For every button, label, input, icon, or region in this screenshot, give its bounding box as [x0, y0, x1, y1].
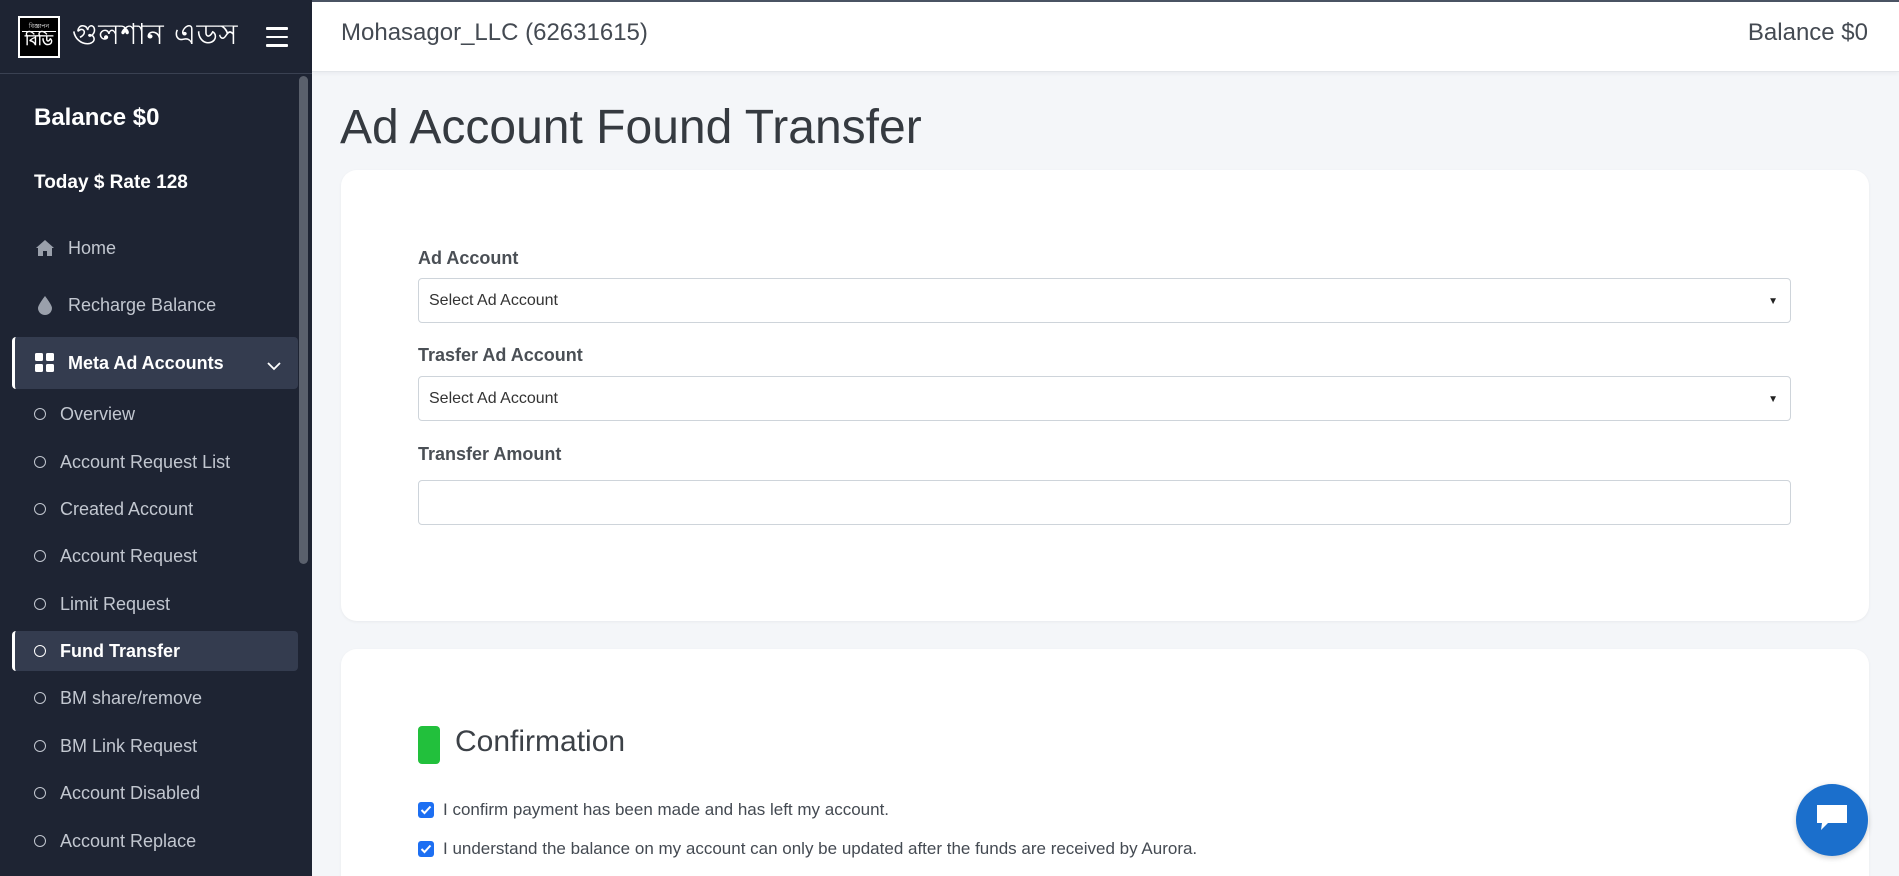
sidebar-subitem-account-request[interactable]: Account Request [12, 536, 298, 576]
sidebar-subitem-fund-transfer[interactable]: Fund Transfer [12, 631, 298, 671]
sidebar-subitem-account-request-list[interactable]: Account Request List [12, 442, 298, 482]
sidebar: বিজ্ঞাপন বিডি গুলশান এডস Balance $0 Toda… [0, 0, 312, 876]
sidebar-subitem-label: Account Request List [60, 451, 231, 472]
brand-logo[interactable]: বিজ্ঞাপন বিডি [18, 15, 60, 58]
transfer-amount-input[interactable] [418, 480, 1791, 525]
brand-name[interactable]: গুলশান এডস [72, 12, 238, 61]
sidebar-subitem-label: BM share/remove [60, 687, 203, 708]
menu-toggle-icon[interactable] [266, 27, 288, 47]
top-bar: Mohasagor_LLC (62631615) Balance $0 [312, 0, 1899, 72]
sidebar-item-home[interactable]: Home [12, 222, 298, 274]
confirm-balance-row: I understand the balance on my account c… [418, 839, 1197, 859]
circle-icon [34, 408, 46, 420]
sidebar-subitem-label: Overview [60, 403, 136, 424]
transfer-amount-label: Transfer Amount [418, 444, 562, 464]
brand-header: বিজ্ঞাপন বিডি গুলশান এডস [0, 0, 312, 74]
transfer-form-card: Ad Account Select Ad Account ▼ Trasfer A… [341, 170, 1869, 621]
sidebar-subitem-created-account[interactable]: Created Account [12, 489, 298, 529]
transfer-ad-account-select[interactable]: Select Ad Account ▼ [418, 376, 1791, 421]
sidebar-subitem-account-replace[interactable]: Account Replace [12, 821, 298, 861]
sidebar-rate: Today $ Rate 128 [34, 172, 188, 193]
circle-icon [34, 740, 46, 752]
caret-down-icon: ▼ [1768, 394, 1778, 405]
sidebar-subitem-label: Fund Transfer [60, 640, 181, 661]
confirm-payment-label: I confirm payment has been made and has … [443, 800, 890, 819]
circle-icon [34, 835, 46, 847]
circle-icon [34, 456, 46, 468]
sidebar-subitem-account-disabled[interactable]: Account Disabled [12, 773, 298, 813]
sidebar-balance: Balance $0 [34, 104, 160, 131]
sidebar-subitem-label: BM Link Request [60, 735, 198, 756]
sidebar-item-meta-ad-accounts[interactable]: Meta Ad Accounts [12, 337, 298, 389]
sidebar-item-recharge[interactable]: Recharge Balance [12, 279, 298, 331]
circle-icon [34, 503, 46, 515]
chat-bubble-icon [1814, 802, 1850, 839]
confirm-balance-checkbox[interactable] [418, 841, 434, 857]
sidebar-scrollbar[interactable] [299, 76, 308, 564]
sidebar-subitem-bm-share-remove[interactable]: BM share/remove [12, 678, 298, 718]
ad-account-label: Ad Account [418, 248, 519, 268]
circle-icon [34, 598, 46, 610]
confirmation-card: Confirmation I confirm payment has been … [341, 649, 1869, 876]
sidebar-item-label: Meta Ad Accounts [68, 352, 224, 373]
circle-icon [34, 787, 46, 799]
circle-icon [34, 645, 46, 657]
droplet-icon [34, 294, 56, 316]
sidebar-subitem-label: Account Replace [60, 830, 197, 851]
ad-account-select-value: Select Ad Account [429, 291, 558, 309]
chevron-down-icon[interactable] [266, 355, 282, 376]
confirm-payment-checkbox[interactable] [418, 802, 434, 818]
circle-icon [34, 692, 46, 704]
grid-icon [34, 352, 56, 374]
home-icon [34, 237, 56, 259]
account-name[interactable]: Mohasagor_LLC (62631615) [341, 19, 648, 47]
header-balance: Balance $0 [1747, 19, 1868, 46]
page-title: Ad Account Found Transfer [340, 101, 922, 154]
sidebar-subitem-label: Account Request [60, 545, 198, 566]
brand-logo-top-text: বিজ্ঞাপন [22, 24, 56, 32]
sidebar-subitem-overview[interactable]: Overview [12, 394, 298, 434]
sidebar-item-label: Recharge Balance [68, 294, 217, 315]
circle-icon [34, 550, 46, 562]
sidebar-subitem-label: Created Account [60, 498, 194, 519]
sidebar-subitem-bm-link-request[interactable]: BM Link Request [12, 726, 298, 766]
ad-account-select[interactable]: Select Ad Account ▼ [418, 278, 1791, 323]
caret-down-icon: ▼ [1768, 296, 1778, 307]
sidebar-item-label: Home [68, 237, 117, 258]
sidebar-subitem-label: Account Disabled [60, 782, 201, 803]
transfer-ad-account-select-value: Select Ad Account [429, 389, 558, 407]
sidebar-subitem-label: Limit Request [60, 593, 171, 614]
confirmation-title: Confirmation [455, 725, 626, 758]
chat-button[interactable] [1796, 784, 1868, 856]
sidebar-subitem-limit-request[interactable]: Limit Request [12, 584, 298, 624]
confirmation-accent-bar [418, 726, 440, 764]
confirm-balance-label: I understand the balance on my account c… [443, 839, 1198, 858]
brand-logo-bottom-text: বিডি [25, 31, 53, 49]
confirm-payment-row: I confirm payment has been made and has … [418, 800, 889, 820]
transfer-ad-account-label: Trasfer Ad Account [418, 345, 583, 365]
